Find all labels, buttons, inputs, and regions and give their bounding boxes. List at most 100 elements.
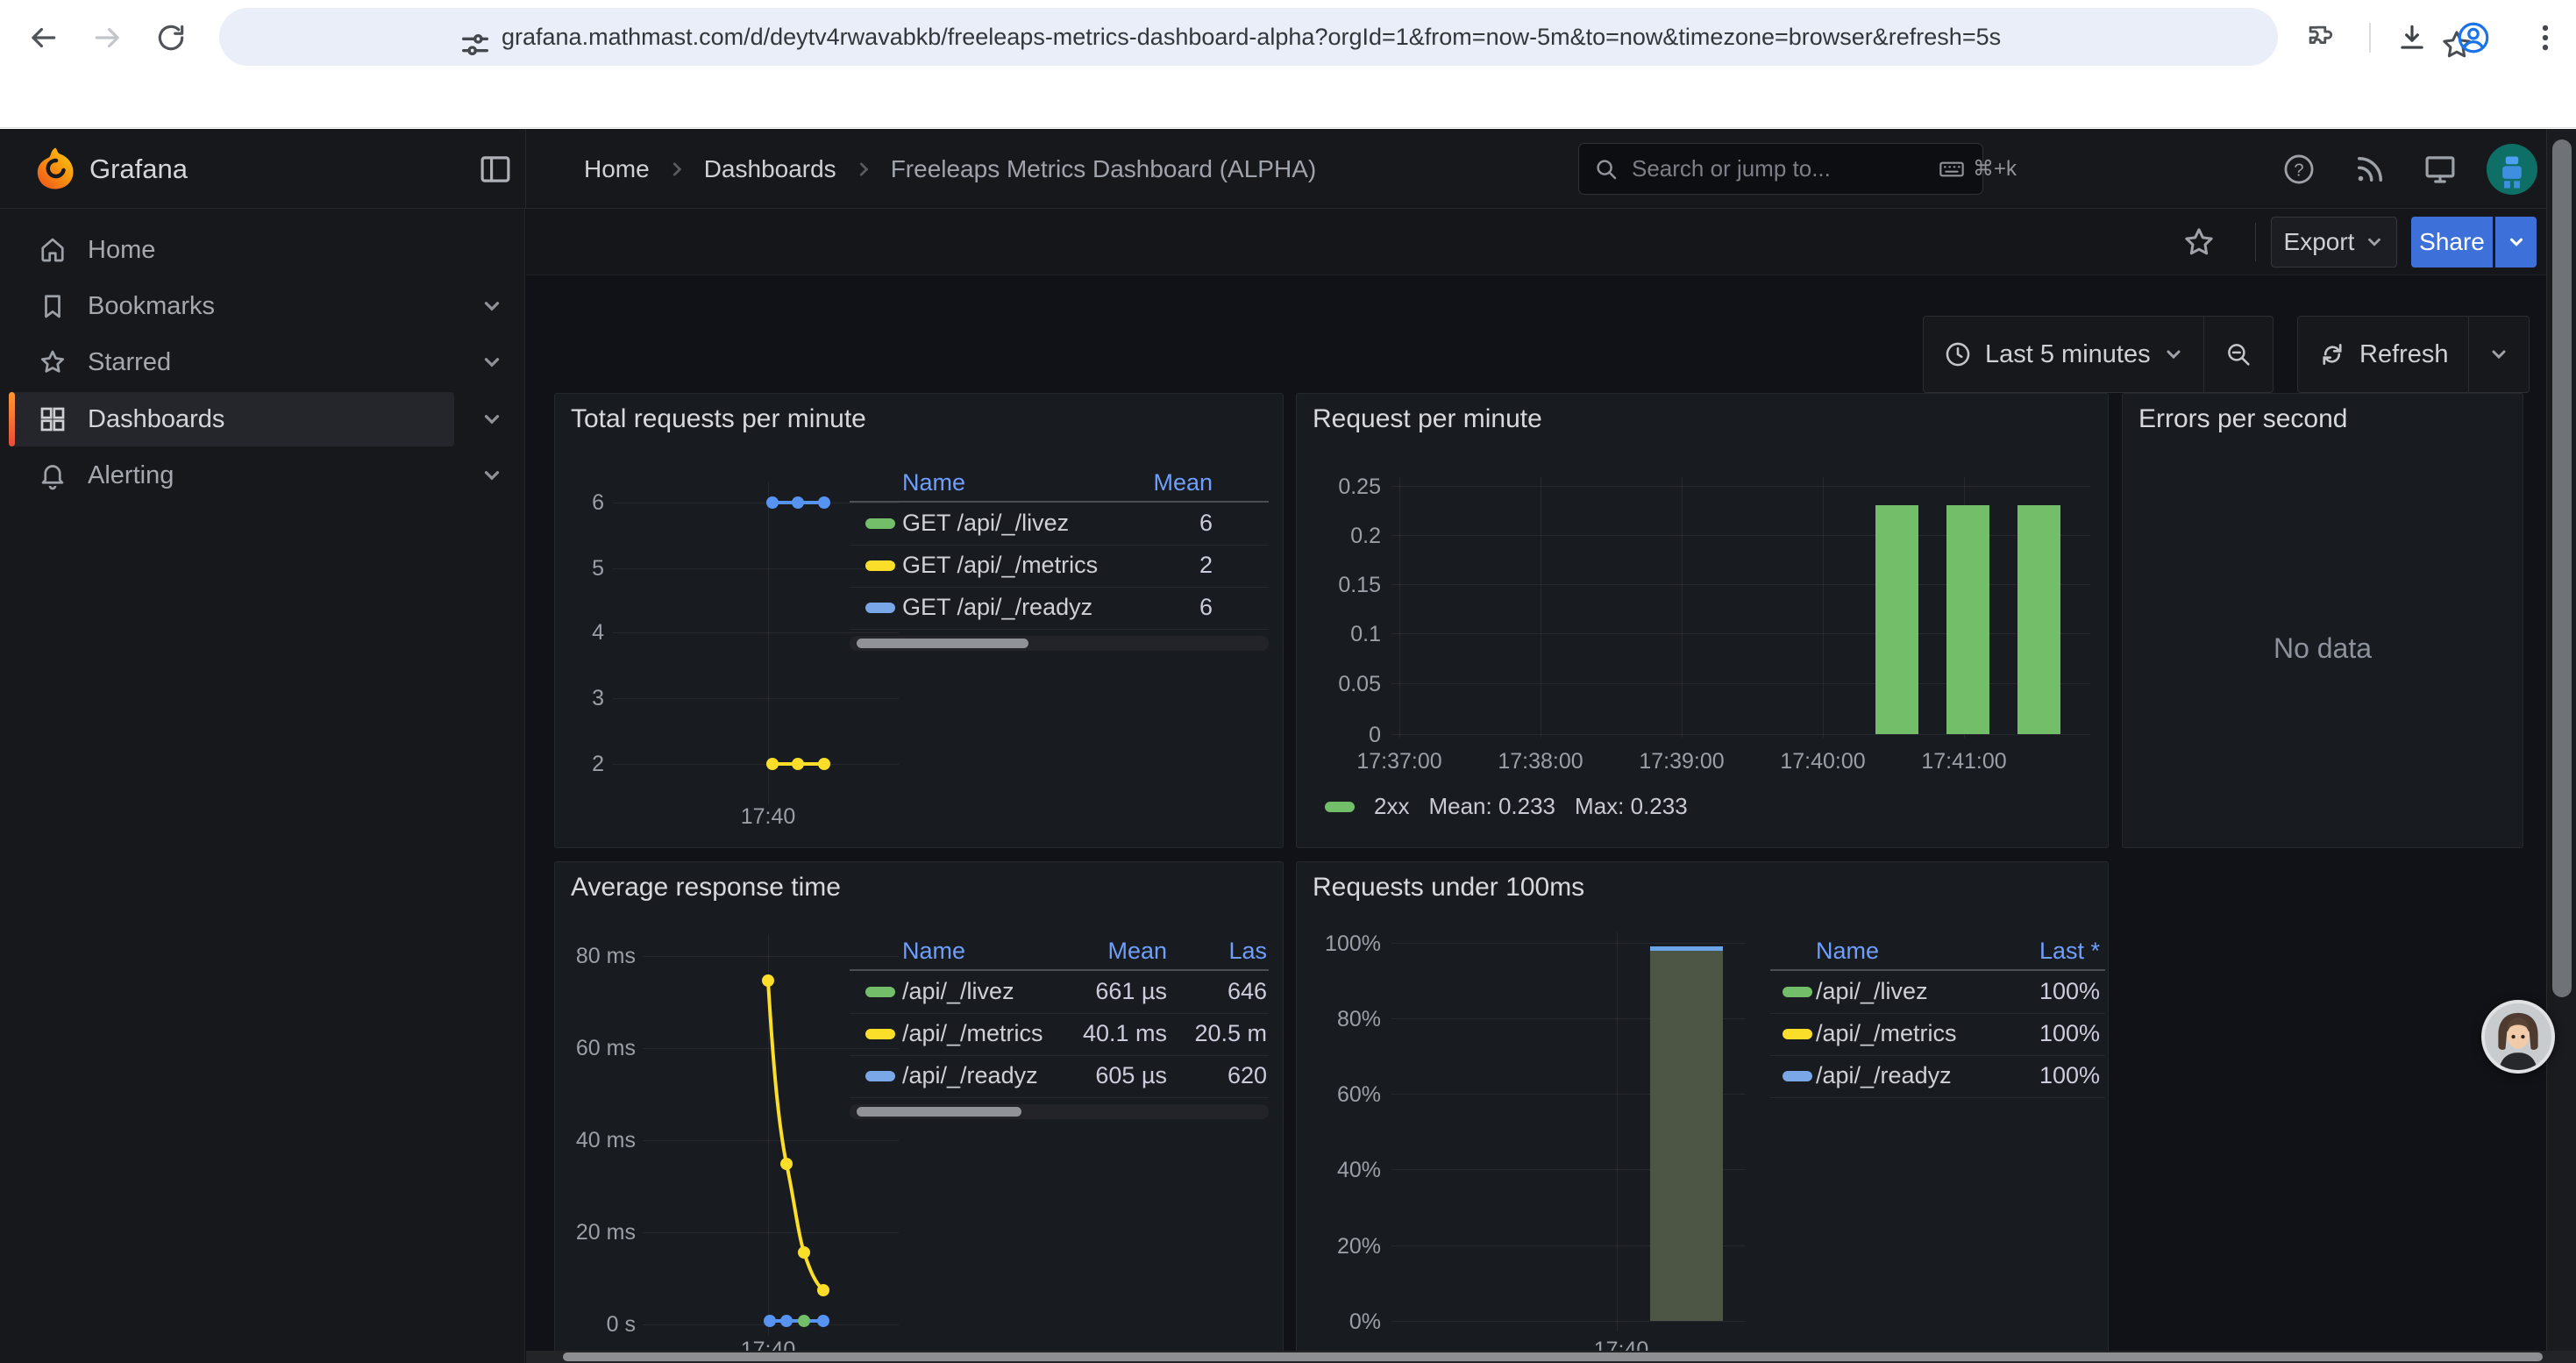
series-color-pill[interactable] (1325, 802, 1355, 812)
breadcrumb: Home Dashboards Freeleaps Metrics Dashbo… (584, 129, 1316, 209)
reload-icon[interactable] (154, 21, 188, 54)
chevron-down-icon (2163, 344, 2184, 365)
sidebar-item-alerting[interactable]: Alerting (0, 447, 525, 503)
y-tick: 20% (1306, 1234, 1381, 1260)
sidebar-item-dashboards[interactable]: Dashboards (0, 391, 525, 447)
time-range-label: Last 5 minutes (1985, 340, 2151, 369)
help-icon[interactable]: ? (2281, 151, 2317, 188)
legend-series-name[interactable]: /api/_/metrics (902, 1020, 1043, 1047)
share-button[interactable]: Share (2411, 217, 2493, 268)
bar-2xx[interactable] (1875, 505, 1918, 734)
legend-series-name[interactable]: /api/_/readyz (1816, 1062, 1952, 1089)
refresh-interval-button[interactable] (2469, 317, 2529, 392)
series-color-pill[interactable] (865, 518, 895, 529)
legend-table: Name Mean Las /api/_/livez 661 µs 646 /a… (850, 938, 1269, 1122)
legend-series-name[interactable]: /api/_/livez (1816, 978, 1928, 1005)
breadcrumb-dashboards[interactable]: Dashboards (704, 155, 836, 183)
vertical-scrollbar-thumb[interactable] (2552, 139, 2572, 997)
x-tick: 17:37:00 (1329, 749, 1469, 774)
horizontal-scrollbar[interactable] (526, 1351, 2576, 1363)
y-tick: 0.25 (1311, 475, 1381, 500)
vertical-scrollbar[interactable] (2546, 129, 2576, 1363)
legend-header-last[interactable]: Last * (2039, 938, 2100, 965)
breadcrumb-current: Freeleaps Metrics Dashboard (ALPHA) (891, 155, 1317, 183)
home-icon (37, 234, 68, 266)
user-avatar[interactable] (2487, 144, 2537, 195)
clock-icon (1943, 339, 1973, 369)
horizontal-scrollbar-thumb[interactable] (563, 1352, 2543, 1361)
panel-title[interactable]: Request per minute (1313, 404, 1542, 434)
browser-menu-icon[interactable] (2529, 21, 2562, 54)
gridline (1823, 477, 1824, 738)
series-color-pill[interactable] (1783, 1029, 1812, 1039)
legend-series-name[interactable]: GET /api/_/metrics (902, 552, 1098, 579)
floating-avatar[interactable] (2481, 1000, 2555, 1074)
legend-header-name[interactable]: Name (1816, 938, 1879, 965)
avatar-illustration (2485, 1003, 2551, 1070)
bar-under-100ms[interactable] (1650, 946, 1723, 1321)
series-color-pill[interactable] (865, 987, 895, 997)
series-color-pill[interactable] (1783, 1071, 1812, 1081)
gridline (1617, 932, 1618, 1331)
tv-mode-icon[interactable] (2422, 151, 2459, 188)
zoom-out-button[interactable] (2204, 317, 2273, 392)
legend-series-name[interactable]: /api/_/metrics (1816, 1020, 1957, 1047)
time-range-picker[interactable]: Last 5 minutes (1924, 317, 2203, 392)
export-button[interactable]: Export (2271, 217, 2397, 268)
chevron-down-icon[interactable] (480, 408, 503, 431)
extensions-icon[interactable] (2304, 21, 2338, 54)
legend-scrollbar[interactable] (850, 636, 1269, 651)
chevron-down-icon[interactable] (480, 351, 503, 374)
legend-series-value: 100% (2039, 1062, 2100, 1089)
star-icon (37, 346, 68, 378)
profile-icon[interactable] (2455, 19, 2492, 56)
legend-header-last[interactable]: Las (1228, 938, 1267, 965)
back-icon[interactable] (26, 21, 60, 54)
legend-series-name[interactable]: 2xx (1374, 793, 1409, 820)
search-box[interactable]: ⌘+k (1578, 143, 1983, 195)
bar-2xx[interactable] (1946, 505, 1989, 734)
legend-series-value: 100% (2039, 978, 2100, 1005)
legend-series-name[interactable]: /api/_/readyz (902, 1062, 1038, 1089)
legend-series-name[interactable]: /api/_/livez (902, 978, 1014, 1005)
legend-header-name[interactable]: Name (902, 938, 965, 965)
refresh-label: Refresh (2359, 340, 2449, 369)
brand-name[interactable]: Grafana (89, 153, 188, 185)
series-color-pill[interactable] (865, 1029, 895, 1039)
sidebar-item-home[interactable]: Home (0, 222, 525, 278)
time-controls: Last 5 minutes (1923, 316, 2274, 393)
legend-scrollbar[interactable] (850, 1104, 1269, 1119)
panel-title[interactable]: Requests under 100ms (1313, 873, 1584, 903)
series-color-pill[interactable] (865, 560, 895, 571)
legend-header-name[interactable]: Name (902, 469, 965, 496)
series-color-pill[interactable] (865, 1071, 895, 1081)
x-tick: 17:41:00 (1894, 749, 2034, 774)
forward-icon[interactable] (91, 21, 125, 54)
url-text[interactable]: grafana.mathmast.com/d/deytv4rwavabkb/fr… (502, 24, 2413, 51)
sidebar-item-bookmarks[interactable]: Bookmarks (0, 278, 525, 334)
search-input[interactable] (1630, 154, 1927, 183)
breadcrumb-home[interactable]: Home (584, 155, 650, 183)
address-bar[interactable]: grafana.mathmast.com/d/deytv4rwavabkb/fr… (219, 8, 2278, 66)
share-menu-button[interactable] (2495, 217, 2537, 268)
chevron-down-icon[interactable] (480, 295, 503, 318)
legend-series-last: 20.5 m (1194, 1020, 1267, 1047)
series-color-pill[interactable] (1783, 987, 1812, 997)
chevron-down-icon[interactable] (480, 464, 503, 487)
panel-title[interactable]: Errors per second (2138, 404, 2347, 434)
grafana-logo[interactable] (33, 146, 77, 191)
legend-series-name[interactable]: GET /api/_/livez (902, 510, 1069, 537)
refresh-button[interactable]: Refresh (2298, 317, 2468, 392)
legend-header-mean[interactable]: Mean (1107, 938, 1167, 965)
legend-series-name[interactable]: GET /api/_/readyz (902, 594, 1092, 621)
sidebar-item-starred[interactable]: Starred (0, 334, 525, 390)
site-settings-icon[interactable] (458, 27, 493, 62)
panel-toggle-icon[interactable] (477, 151, 514, 188)
downloads-icon[interactable] (2395, 21, 2429, 54)
news-rss-icon[interactable] (2352, 151, 2388, 188)
favorite-star-icon[interactable] (2181, 225, 2217, 260)
bar-2xx[interactable] (2017, 505, 2060, 734)
legend-header-mean[interactable]: Mean (1153, 469, 1213, 496)
panel-requests-under-100ms: Requests under 100ms 100% 80% 60% 40% 20… (1296, 861, 2109, 1363)
series-color-pill[interactable] (865, 603, 895, 613)
